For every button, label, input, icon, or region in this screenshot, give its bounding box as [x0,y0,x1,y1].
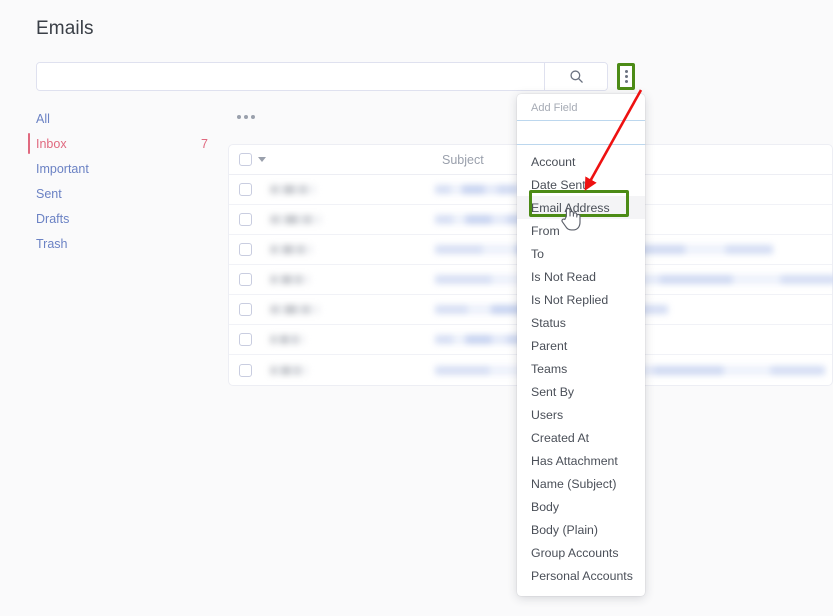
add-field-options-list: Account Date Sent Email Address From To … [517,145,645,587]
dropdown-item-personal-accounts[interactable]: Personal Accounts [517,564,645,587]
dropdown-item-email-address[interactable]: Email Address [517,196,645,219]
more-horizontal-icon-dot [237,115,241,119]
dropdown-item-sent-by[interactable]: Sent By [517,380,645,403]
dropdown-item-date-sent[interactable]: Date Sent [517,173,645,196]
sidebar-item-trash[interactable]: Trash [28,231,218,256]
add-field-dropdown: Add Field Account Date Sent Email Addres… [517,94,645,596]
dropdown-title: Add Field [531,102,578,114]
sidebar-item-label: Inbox [36,136,67,151]
dropdown-item-name-subject[interactable]: Name (Subject) [517,472,645,495]
sidebar-item-important[interactable]: Important [28,156,218,181]
row-checkbox[interactable] [239,213,252,226]
row-checkbox[interactable] [239,273,252,286]
dropdown-item-created-at[interactable]: Created At [517,426,645,449]
dropdown-item-body-plain[interactable]: Body (Plain) [517,518,645,541]
row-checkbox[interactable] [239,303,252,316]
sidebar-item-inbox[interactable]: Inbox 7 [28,131,218,156]
dropdown-item-is-not-replied[interactable]: Is Not Replied [517,288,645,311]
dropdown-item-to[interactable]: To [517,242,645,265]
cell-from [270,335,305,344]
dropdown-item-users[interactable]: Users [517,403,645,426]
dropdown-item-is-not-read[interactable]: Is Not Read [517,265,645,288]
sidebar-item-count: 7 [201,136,208,151]
row-checkbox[interactable] [239,333,252,346]
more-vertical-icon-dot [624,70,628,73]
dropdown-item-group-accounts[interactable]: Group Accounts [517,541,645,564]
cell-from [270,305,320,314]
add-field-filter-input[interactable] [517,120,645,145]
row-checkbox[interactable] [239,183,252,196]
cell-from [270,185,316,194]
row-checkbox[interactable] [239,363,252,377]
app-root: Emails All Inbox 7 Important Sent Drafts… [0,0,833,616]
dropdown-item-from[interactable]: From [517,219,645,242]
dropdown-item-has-attachment[interactable]: Has Attachment [517,449,645,472]
select-all-checkbox[interactable] [239,153,252,166]
dropdown-item-parent[interactable]: Parent [517,334,645,357]
cell-from [270,365,308,375]
dropdown-item-teams[interactable]: Teams [517,357,645,380]
chevron-down-icon[interactable] [258,157,266,162]
sidebar-item-label: Drafts [36,211,70,226]
sidebar-item-label: Important [36,161,89,176]
sidebar-item-drafts[interactable]: Drafts [28,206,218,231]
column-header-subject: Subject [442,152,484,167]
dropdown-item-account[interactable]: Account [517,150,645,173]
sidebar: All Inbox 7 Important Sent Drafts Trash [28,106,218,256]
search-bar [36,62,608,91]
more-vertical-icon-dot [624,75,628,78]
cell-from [270,215,322,224]
row-checkbox[interactable] [239,243,252,256]
sidebar-item-label: Trash [36,236,68,251]
dropdown-item-status[interactable]: Status [517,311,645,334]
dropdown-item-body[interactable]: Body [517,495,645,518]
add-field-menu-button[interactable] [617,63,635,90]
list-options-button[interactable] [234,112,258,122]
sidebar-item-all[interactable]: All [28,106,218,131]
search-input[interactable] [37,63,544,90]
sidebar-item-label: All [36,111,50,126]
page-title: Emails [36,18,94,39]
sidebar-item-sent[interactable]: Sent [28,181,218,206]
search-button[interactable] [544,63,607,90]
cell-from [270,275,310,284]
more-vertical-icon-dot [624,80,628,83]
more-horizontal-icon-dot [244,115,248,119]
more-horizontal-icon-dot [251,115,255,119]
sidebar-item-label: Sent [36,186,62,201]
search-icon [569,69,584,84]
cell-from [270,245,313,254]
